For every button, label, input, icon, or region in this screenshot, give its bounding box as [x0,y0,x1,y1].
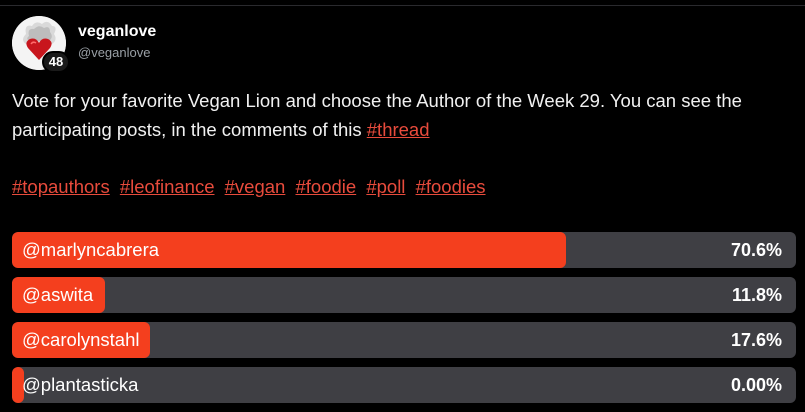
hashtag-list: #topauthors #leofinance #vegan #foodie #… [12,174,792,200]
hashtag-link[interactable]: #topauthors [12,176,110,197]
poll-post: 48 veganlove @veganlove Vote for your fa… [12,16,796,403]
poll-option-percent: 17.6% [730,330,782,350]
hashtag-link[interactable]: #leofinance [120,176,215,197]
author-handle[interactable]: @veganlove [78,45,150,60]
hashtag-link[interactable]: #foodies [416,176,486,197]
poll-option-percent: 0.00% [730,375,782,395]
poll-option-label: @carolynstahl [22,329,140,350]
top-divider [0,5,805,6]
poll-option-label: @aswita [22,284,94,305]
poll-option[interactable]: @plantasticka 0.00% [12,367,796,403]
user-level-badge: 48 [42,51,70,73]
author-name[interactable]: veganlove [78,23,156,41]
poll-option[interactable]: @aswita 11.8% [12,277,796,313]
hashtag-link[interactable]: #poll [366,176,405,197]
poll: @marlyncabrera 70.6% @aswita 11.8% @caro… [12,232,796,412]
poll-option-percent: 70.6% [730,240,782,260]
post-text: Vote for your favorite Vegan Lion and ch… [12,86,792,144]
poll-option[interactable]: @marlyncabrera 70.6% [12,232,796,268]
poll-option-label: @marlyncabrera [22,239,160,260]
thread-link[interactable]: #thread [367,119,430,140]
poll-option-percent: 11.8% [731,285,782,305]
poll-option[interactable]: @carolynstahl 17.6% [12,322,796,358]
hashtag-link[interactable]: #vegan [225,176,286,197]
post-header: 48 veganlove @veganlove [12,16,792,76]
hashtag-link[interactable]: #foodie [295,176,356,197]
poll-option-label: @plantasticka [22,374,139,395]
avatar[interactable]: 48 [12,16,70,73]
